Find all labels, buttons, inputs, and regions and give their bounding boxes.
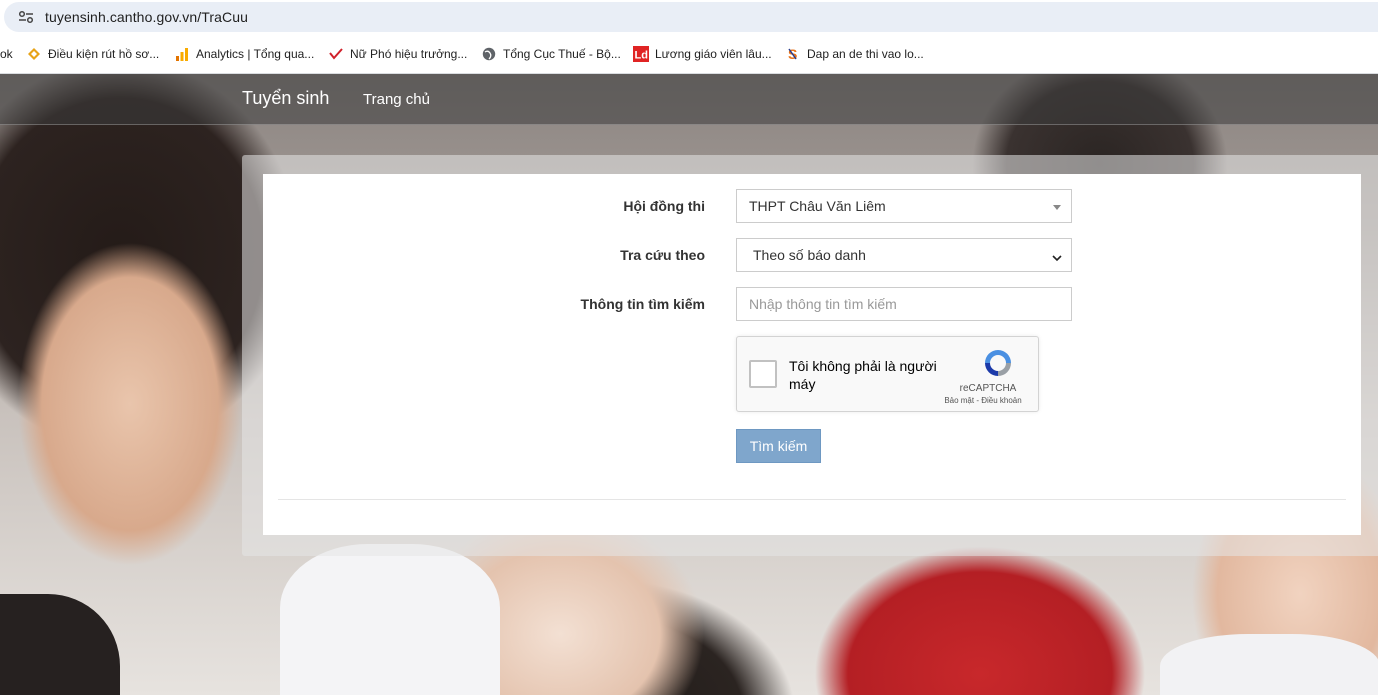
bookmark-label: Analytics | Tổng qua...	[196, 47, 315, 61]
hero-decor	[1160, 634, 1378, 695]
council-label: Hội đồng thi	[623, 198, 705, 214]
bookmark-item[interactable]: Điều kiện rút hồ sơ...	[26, 45, 159, 63]
bookmark-label: Điều kiện rút hồ sơ...	[48, 47, 160, 61]
svg-text:Ld: Ld	[635, 50, 648, 62]
s-logo-icon: S	[785, 46, 801, 62]
bookmark-item[interactable]: Ld Lương giáo viên lâu...	[633, 45, 772, 63]
diamond-icon	[26, 46, 42, 62]
browser-address-bar: tuyensinh.cantho.gov.vn/TraCuu	[0, 0, 1378, 34]
bookmark-label: ok	[0, 47, 13, 61]
bookmark-label: Dap an de thi vao lo...	[807, 47, 924, 61]
lookup-select[interactable]: Theo số báo danh	[736, 238, 1072, 272]
bookmark-item[interactable]: Tổng Cục Thuế - Bộ...	[481, 45, 621, 63]
site-navbar: Tuyển sinh Trang chủ	[0, 74, 1378, 125]
chevron-down-icon	[1051, 250, 1063, 266]
bookmark-item[interactable]: Analytics | Tổng qua...	[174, 45, 314, 63]
recaptcha-checkbox[interactable]	[749, 360, 777, 388]
search-input-placeholder: Nhập thông tin tìm kiếm	[749, 296, 897, 312]
council-select-value: THPT Châu Văn Liêm	[749, 198, 886, 214]
search-button[interactable]: Tìm kiếm	[736, 429, 821, 463]
caret-down-icon	[1053, 205, 1061, 210]
bookmark-label: Nữ Phó hiệu trưởng...	[350, 47, 468, 61]
recaptcha-text: Tôi không phải là người máy	[789, 358, 937, 392]
bookmark-item[interactable]: ok	[0, 45, 13, 63]
omnibox[interactable]: tuyensinh.cantho.gov.vn/TraCuu	[4, 2, 1378, 32]
search-input[interactable]: Nhập thông tin tìm kiếm	[736, 287, 1072, 321]
recaptcha-widget: Tôi không phải là người máy reCAPTCHA Bả…	[736, 336, 1039, 412]
site-info-icon[interactable]	[18, 10, 34, 24]
bookmark-item[interactable]: Nữ Phó hiệu trưởng...	[328, 45, 467, 63]
lookup-select-value: Theo số báo danh	[753, 247, 866, 263]
bookmark-label: Lương giáo viên lâu...	[655, 47, 772, 61]
panel-divider	[278, 499, 1346, 500]
ld-logo-icon: Ld	[633, 46, 649, 62]
analytics-icon	[174, 46, 190, 62]
recaptcha-links[interactable]: Bảo mật - Điều khoản	[933, 396, 1033, 405]
bookmark-item[interactable]: S Dap an de thi vao lo...	[785, 45, 924, 63]
hero-decor	[280, 544, 500, 695]
brand-link[interactable]: Tuyển sinh	[242, 88, 329, 109]
globe-icon	[481, 46, 497, 62]
hero-decor	[0, 594, 120, 695]
bookmark-label: Tổng Cục Thuế - Bộ...	[503, 47, 621, 61]
lookup-label: Tra cứu theo	[620, 247, 705, 263]
recaptcha-brand: reCAPTCHA	[959, 383, 1017, 394]
council-select[interactable]: THPT Châu Văn Liêm	[736, 189, 1072, 223]
recaptcha-logo-icon	[982, 347, 1014, 379]
checkmark-logo-icon	[328, 46, 344, 62]
nav-home-link[interactable]: Trang chủ	[363, 91, 430, 108]
url-text[interactable]: tuyensinh.cantho.gov.vn/TraCuu	[45, 9, 248, 25]
bookmarks-bar: ok Điều kiện rút hồ sơ... Analytics | Tổ…	[0, 34, 1378, 74]
search-info-label: Thông tin tìm kiếm	[580, 296, 705, 312]
